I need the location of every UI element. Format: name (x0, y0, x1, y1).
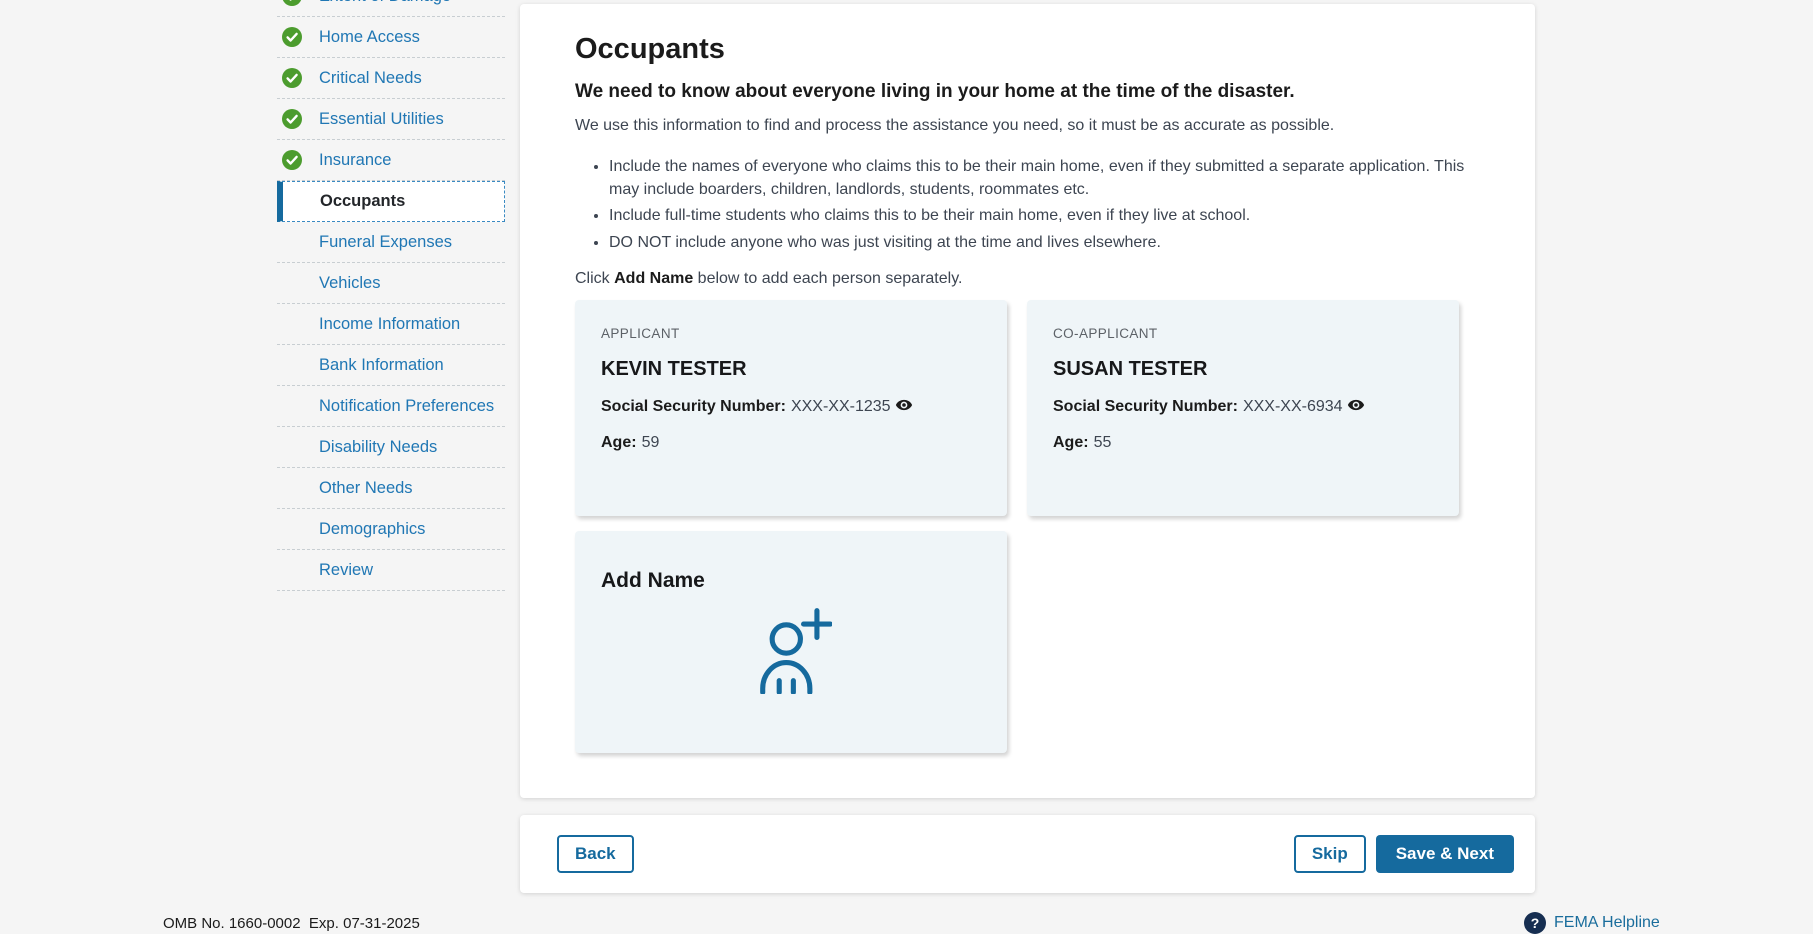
age-row: Age: 55 (1053, 434, 1433, 452)
bullet-item: DO NOT include anyone who was just visit… (609, 231, 1480, 254)
skip-button[interactable]: Skip (1294, 835, 1366, 873)
progress-nav: Extent of Damage Home Access Critical Ne… (277, 0, 505, 591)
question-icon: ? (1524, 912, 1546, 934)
check-icon (282, 150, 302, 170)
check-icon (282, 27, 302, 47)
add-name-card[interactable]: Add Name (575, 531, 1007, 753)
nav-item-home-access[interactable]: Home Access (277, 17, 505, 58)
age-label: Age: (601, 434, 637, 452)
occupant-cards-row: APPLICANT KEVIN TESTER Social Security N… (575, 300, 1480, 516)
nav-item-label: Funeral Expenses (319, 233, 452, 252)
occupant-card-applicant: APPLICANT KEVIN TESTER Social Security N… (575, 300, 1007, 516)
instruction-suffix: below to add each person separately. (693, 270, 962, 287)
nav-item-label: Vehicles (319, 274, 380, 293)
age-value: 59 (642, 434, 660, 452)
instruction-bold: Add Name (614, 270, 693, 287)
ssn-value: XXX-XX-1235 (791, 398, 891, 416)
nav-item-vehicles[interactable]: Vehicles (277, 263, 505, 304)
nav-item-label: Disability Needs (319, 438, 437, 457)
occupant-name: SUSAN TESTER (1053, 358, 1433, 381)
ssn-row: Social Security Number: XXX-XX-1235 (601, 396, 981, 419)
check-icon (282, 68, 302, 88)
bullet-item: Include the names of everyone who claims… (609, 155, 1480, 201)
occupant-card-co-applicant: CO-APPLICANT SUSAN TESTER Social Securit… (1027, 300, 1459, 516)
nav-item-critical-needs[interactable]: Critical Needs (277, 58, 505, 99)
person-add-icon (601, 606, 981, 699)
nav-item-label: Critical Needs (319, 69, 422, 88)
nav-item-insurance[interactable]: Insurance (277, 140, 505, 181)
page-subtitle: We need to know about everyone living in… (575, 81, 1480, 103)
nav-item-occupants[interactable]: Occupants (277, 181, 505, 222)
age-label: Age: (1053, 434, 1089, 452)
main-card: Occupants We need to know about everyone… (520, 4, 1535, 798)
helpline-label: FEMA Helpline (1554, 914, 1660, 932)
nav-item-label: Review (319, 561, 373, 580)
save-next-button[interactable]: Save & Next (1376, 835, 1514, 873)
nav-item-funeral-expenses[interactable]: Funeral Expenses (277, 222, 505, 263)
check-icon (282, 109, 302, 129)
nav-item-notification-preferences[interactable]: Notification Preferences (277, 386, 505, 427)
nav-item-label: Insurance (319, 151, 391, 170)
fema-helpline-link[interactable]: ? FEMA Helpline (1524, 912, 1660, 934)
nav-item-other-needs[interactable]: Other Needs (277, 468, 505, 509)
check-icon (282, 0, 302, 6)
nav-item-disability-needs[interactable]: Disability Needs (277, 427, 505, 468)
nav-item-essential-utilities[interactable]: Essential Utilities (277, 99, 505, 140)
eye-icon[interactable] (895, 396, 913, 419)
nav-item-label: Bank Information (319, 356, 444, 375)
page-title: Occupants (575, 33, 1480, 66)
occupants-instructions-list: Include the names of everyone who claims… (575, 155, 1480, 254)
omb-number: OMB No. 1660-0002 Exp. 07-31-2025 (163, 915, 420, 932)
nav-item-income-information[interactable]: Income Information (277, 304, 505, 345)
instruction-prefix: Click (575, 270, 614, 287)
ssn-value: XXX-XX-6934 (1243, 398, 1343, 416)
add-name-label: Add Name (601, 569, 981, 593)
footer-action-bar: Back Skip Save & Next (520, 815, 1535, 893)
nav-item-label: Home Access (319, 28, 420, 47)
back-button[interactable]: Back (557, 835, 634, 873)
nav-item-label: Income Information (319, 315, 460, 334)
eye-icon[interactable] (1347, 396, 1365, 419)
nav-item-label: Essential Utilities (319, 110, 444, 129)
role-label: APPLICANT (601, 326, 981, 341)
nav-item-demographics[interactable]: Demographics (277, 509, 505, 550)
nav-item-label: Occupants (320, 192, 405, 211)
nav-item-label: Extent of Damage (319, 0, 451, 6)
nav-item-review[interactable]: Review (277, 550, 505, 591)
ssn-label: Social Security Number: (1053, 398, 1238, 416)
occupant-name: KEVIN TESTER (601, 358, 981, 381)
nav-item-label: Notification Preferences (319, 397, 494, 416)
nav-item-label: Other Needs (319, 479, 413, 498)
nav-item-extent-of-damage[interactable]: Extent of Damage (277, 0, 505, 17)
bullet-item: Include full-time students who claims th… (609, 204, 1480, 227)
nav-item-label: Demographics (319, 520, 425, 539)
nav-item-bank-information[interactable]: Bank Information (277, 345, 505, 386)
age-value: 55 (1094, 434, 1112, 452)
role-label: CO-APPLICANT (1053, 326, 1433, 341)
add-name-instruction: Click Add Name below to add each person … (575, 270, 1480, 288)
ssn-label: Social Security Number: (601, 398, 786, 416)
page-description: We use this information to find and proc… (575, 117, 1480, 135)
age-row: Age: 59 (601, 434, 981, 452)
ssn-row: Social Security Number: XXX-XX-6934 (1053, 396, 1433, 419)
